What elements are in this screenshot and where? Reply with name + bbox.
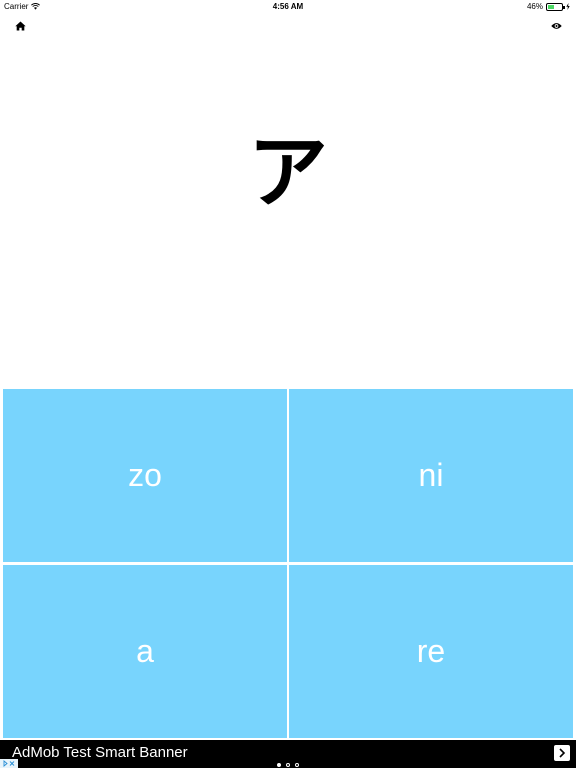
question-area: ア <box>0 40 576 386</box>
charging-icon <box>566 3 570 10</box>
battery-tip <box>563 5 565 9</box>
home-button[interactable] <box>13 19 27 33</box>
page-indicator <box>0 763 576 767</box>
ad-text: AdMob Test Smart Banner <box>12 744 188 761</box>
page-dot <box>295 763 299 767</box>
home-icon <box>14 21 26 31</box>
question-kana: ア <box>248 126 328 219</box>
battery-icon <box>546 2 565 11</box>
ad-open-button[interactable] <box>554 745 570 761</box>
eye-icon <box>550 23 562 29</box>
answer-button-2[interactable]: ni <box>289 389 573 562</box>
battery-level <box>548 4 554 9</box>
battery-percent: 46% <box>526 2 543 11</box>
answer-button-3[interactable]: a <box>3 565 287 738</box>
answer-button-1[interactable]: zo <box>3 389 287 562</box>
answer-button-4[interactable]: re <box>289 565 573 738</box>
chevron-right-icon <box>559 748 566 758</box>
answer-grid: zo ni a re <box>3 389 573 738</box>
status-time: 4:56 AM <box>272 2 304 11</box>
status-right: 46% <box>527 2 570 11</box>
ad-banner[interactable]: AdMob Test Smart Banner <box>0 740 576 768</box>
status-bar: Carrier 4:56 AM 46% <box>0 0 576 14</box>
page-dot <box>277 763 281 767</box>
reveal-answer-button[interactable] <box>549 19 563 33</box>
page-dot <box>286 763 290 767</box>
